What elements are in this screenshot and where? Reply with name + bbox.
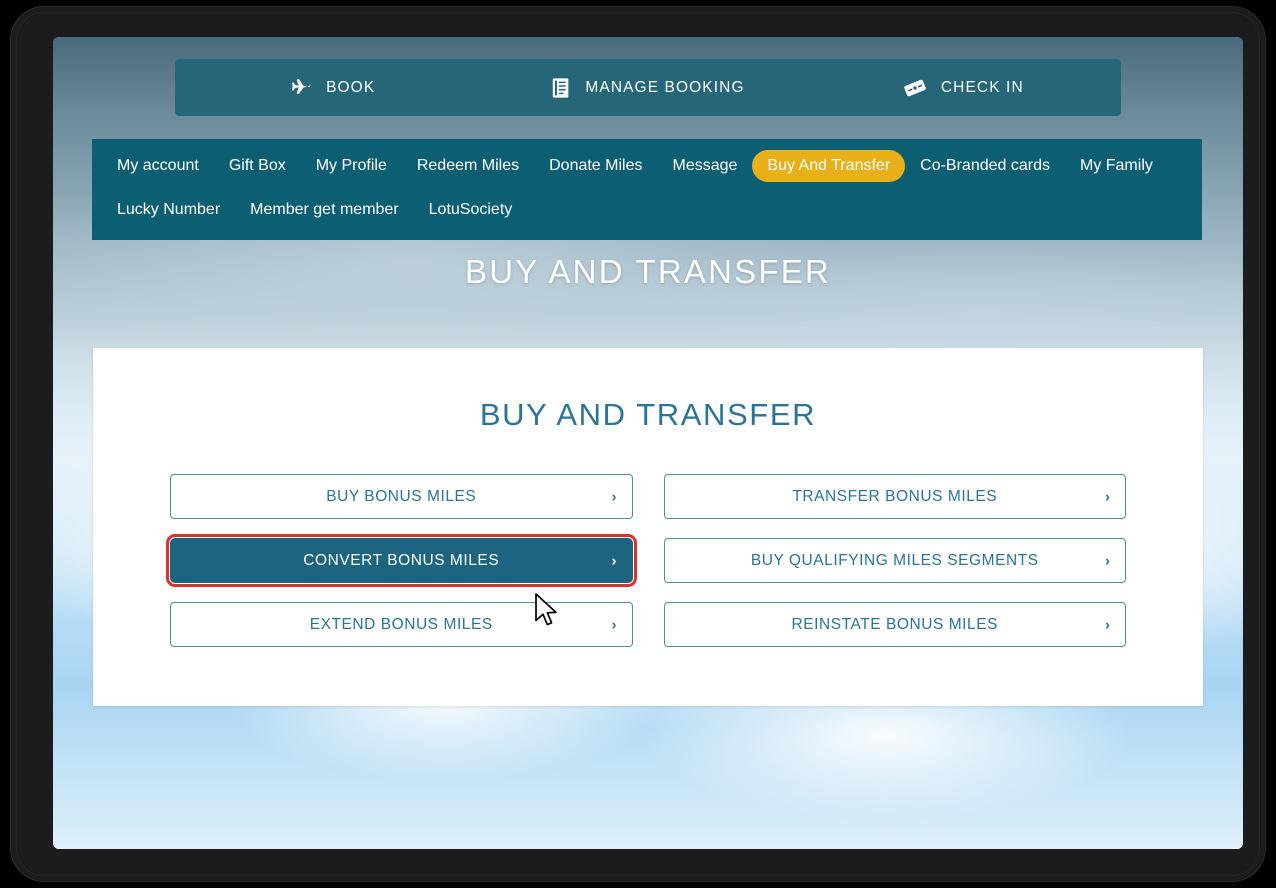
nav-item-message[interactable]: Message: [657, 150, 752, 182]
content-card: BUY AND TRANSFER BUY BONUS MILES › TRANS…: [93, 348, 1203, 706]
action-manage-booking-label: MANAGE BOOKING: [585, 79, 744, 97]
nav-item-lucky-number[interactable]: Lucky Number: [102, 194, 235, 226]
action-book-label: BOOK: [326, 79, 375, 97]
chevron-right-icon: ›: [612, 616, 617, 633]
chevron-right-icon: ›: [612, 552, 617, 569]
nav-item-donate-miles[interactable]: Donate Miles: [534, 150, 657, 182]
option-convert-bonus-miles[interactable]: CONVERT BONUS MILES ›: [170, 538, 633, 583]
option-label: BUY QUALIFYING MILES SEGMENTS: [751, 552, 1039, 570]
nav-item-lotusociety[interactable]: LotuSociety: [414, 194, 528, 226]
page-title: BUY AND TRANSFER: [53, 253, 1243, 291]
nav-item-member-get-member[interactable]: Member get member: [235, 194, 414, 226]
chevron-right-icon: ›: [1105, 552, 1110, 569]
browser-viewport: BOOK MANAGE BOOKING: [53, 37, 1243, 849]
option-buy-bonus-miles[interactable]: BUY BONUS MILES ›: [170, 474, 633, 519]
member-navigation-bar: My account Gift Box My Profile Redeem Mi…: [92, 139, 1202, 240]
option-label: EXTEND BONUS MILES: [310, 616, 493, 634]
option-extend-bonus-miles[interactable]: EXTEND BONUS MILES ›: [170, 602, 633, 647]
option-reinstate-bonus-miles[interactable]: REINSTATE BONUS MILES ›: [664, 602, 1127, 647]
chevron-right-icon: ›: [1105, 488, 1110, 505]
action-check-in[interactable]: CHECK IN: [806, 59, 1121, 116]
chevron-right-icon: ›: [1105, 616, 1110, 633]
chevron-right-icon: ›: [612, 488, 617, 505]
nav-item-my-account[interactable]: My account: [102, 150, 214, 182]
booklet-icon: [551, 77, 571, 99]
action-check-in-label: CHECK IN: [941, 79, 1024, 97]
nav-item-my-profile[interactable]: My Profile: [301, 150, 402, 182]
nav-item-buy-and-transfer[interactable]: Buy And Transfer: [752, 150, 905, 182]
airplane-icon: [290, 77, 312, 99]
device-frame: BOOK MANAGE BOOKING: [10, 6, 1266, 882]
option-label: BUY BONUS MILES: [326, 488, 476, 506]
boarding-pass-icon: [903, 77, 927, 99]
nav-item-my-family[interactable]: My Family: [1065, 150, 1168, 182]
option-transfer-bonus-miles[interactable]: TRANSFER BONUS MILES ›: [664, 474, 1127, 519]
nav-item-gift-box[interactable]: Gift Box: [214, 150, 301, 182]
option-label: TRANSFER BONUS MILES: [792, 488, 997, 506]
nav-item-redeem-miles[interactable]: Redeem Miles: [402, 150, 534, 182]
action-book[interactable]: BOOK: [175, 59, 490, 116]
top-action-bar: BOOK MANAGE BOOKING: [175, 59, 1121, 116]
card-title: BUY AND TRANSFER: [93, 397, 1203, 433]
option-label: REINSTATE BONUS MILES: [792, 616, 998, 634]
nav-item-co-branded-cards[interactable]: Co-Branded cards: [905, 150, 1065, 182]
options-grid: BUY BONUS MILES › TRANSFER BONUS MILES ›…: [170, 474, 1126, 647]
option-buy-qualifying-miles-segments[interactable]: BUY QUALIFYING MILES SEGMENTS ›: [664, 538, 1127, 583]
action-manage-booking[interactable]: MANAGE BOOKING: [490, 59, 805, 116]
option-label: CONVERT BONUS MILES: [303, 552, 499, 570]
